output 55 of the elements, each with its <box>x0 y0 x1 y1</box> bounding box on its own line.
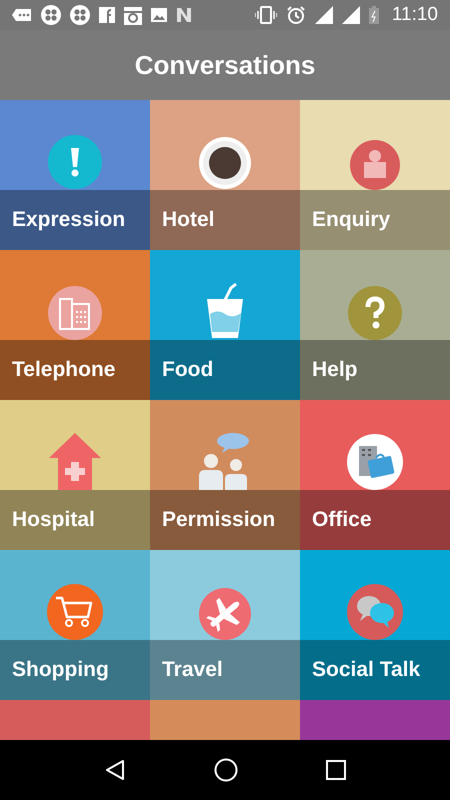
person-icon <box>350 140 400 190</box>
category-tile[interactable]: Shopping <box>0 550 150 700</box>
clock-time: 11:10 <box>392 2 438 27</box>
airplane-icon <box>199 588 251 640</box>
tile-label: Shopping <box>12 657 109 684</box>
category-tile[interactable]: Expression <box>0 100 150 250</box>
building-briefcase-icon <box>347 434 403 490</box>
tile-label: Permission <box>162 507 276 534</box>
category-tile[interactable]: Telephone <box>0 250 150 400</box>
category-tile[interactable]: Food <box>150 250 300 400</box>
alarm-icon <box>286 5 306 25</box>
back-icon[interactable] <box>104 759 126 781</box>
signal-icon <box>342 6 360 24</box>
tile-label: Social Talk <box>312 657 420 684</box>
shopping-cart-icon <box>47 584 103 640</box>
tile-label: Food <box>162 357 214 384</box>
category-tile[interactable] <box>300 700 450 740</box>
category-tile[interactable]: Hospital <box>0 400 150 550</box>
screen-title: Conversations <box>134 48 316 82</box>
tile-label: Expression <box>12 207 126 234</box>
category-tile[interactable] <box>0 700 150 740</box>
category-tile[interactable]: Enquiry <box>300 100 450 250</box>
social-app-icon <box>99 7 115 23</box>
tile-label: Telephone <box>12 357 116 384</box>
question-mark-icon <box>348 286 402 340</box>
category-tile[interactable] <box>150 700 300 740</box>
category-tile[interactable]: Social Talk <box>300 550 450 700</box>
tile-label: Office <box>312 507 372 534</box>
message-icon <box>12 7 32 23</box>
coffee-cup-icon <box>198 136 252 190</box>
people-speech-icon <box>199 432 251 490</box>
exclamation-icon <box>47 134 103 190</box>
category-tile[interactable]: Travel <box>150 550 300 700</box>
tile-label: Travel <box>162 657 223 684</box>
tile-label: Help <box>312 357 358 384</box>
clover-icon <box>70 5 90 25</box>
chat-bubbles-icon <box>347 584 403 640</box>
app-logo-icon <box>176 7 192 23</box>
category-tile[interactable]: Hotel <box>150 100 300 250</box>
home-icon[interactable] <box>214 758 238 782</box>
tile-label: Enquiry <box>312 207 390 234</box>
camera-app-icon <box>124 5 142 25</box>
category-tile[interactable]: Help <box>300 250 450 400</box>
battery-icon <box>368 6 379 24</box>
signal-icon <box>314 6 333 24</box>
tile-label: Hospital <box>12 507 95 534</box>
image-icon <box>151 8 167 22</box>
tile-label: Hotel <box>162 207 214 234</box>
house-cross-icon <box>48 432 102 490</box>
clover-icon <box>41 5 61 25</box>
recent-apps-icon[interactable] <box>326 760 346 780</box>
category-tile[interactable]: Permission <box>150 400 300 550</box>
telephone-icon <box>48 286 102 340</box>
category-tile[interactable]: Office <box>300 400 450 550</box>
vibrate-icon <box>254 6 277 24</box>
